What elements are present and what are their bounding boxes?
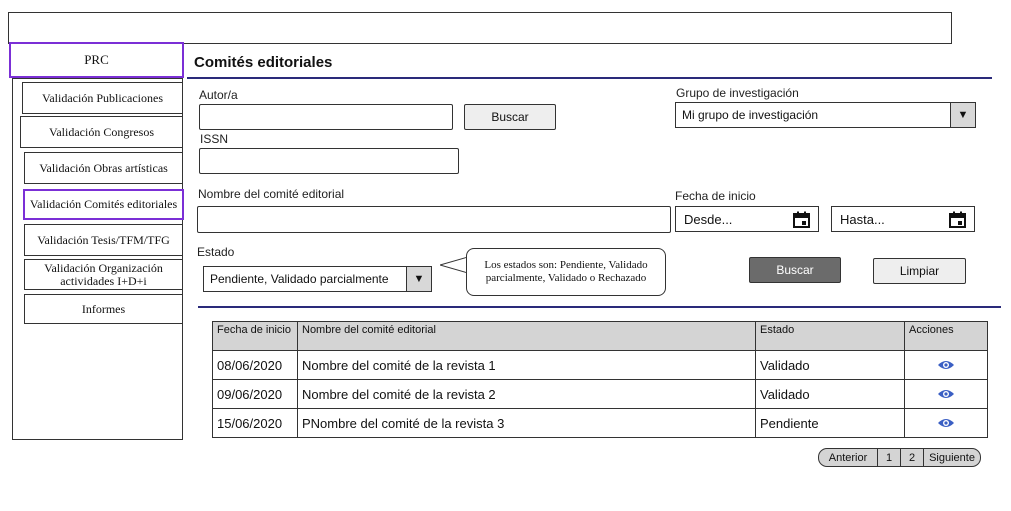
results-table: Fecha de inicio Nombre del comité editor… bbox=[212, 321, 988, 438]
sidebar-item-informes[interactable]: Informes bbox=[24, 294, 183, 324]
cell-estado: Validado bbox=[755, 379, 905, 409]
grupo-label: Grupo de investigación bbox=[676, 86, 799, 100]
sidebar-item-comites[interactable]: Validación Comités editoriales bbox=[23, 189, 184, 220]
pagination-next[interactable]: Siguiente bbox=[923, 448, 981, 467]
sidebar-item-publicaciones[interactable]: Validación Publicaciones bbox=[22, 82, 183, 114]
pagination-page-1[interactable]: 1 bbox=[877, 448, 901, 467]
header-acciones: Acciones bbox=[904, 321, 988, 351]
buscar-button[interactable]: Buscar bbox=[749, 257, 841, 283]
autor-label: Autor/a bbox=[199, 88, 238, 102]
calendar-icon[interactable] bbox=[949, 211, 966, 228]
title-divider bbox=[187, 77, 992, 79]
issn-label: ISSN bbox=[200, 132, 229, 146]
header-estado[interactable]: Estado bbox=[755, 321, 905, 351]
sidebar-item-organizacion[interactable]: Validación Organización actividades I+D+… bbox=[24, 259, 183, 290]
top-bar bbox=[8, 12, 952, 44]
table-row: 09/06/2020 Nombre del comité de la revis… bbox=[212, 379, 988, 409]
pagination-prev[interactable]: Anterior bbox=[818, 448, 878, 467]
view-eye-icon[interactable] bbox=[909, 417, 983, 429]
chevron-down-icon[interactable]: ▼ bbox=[406, 267, 431, 291]
nombre-comite-input[interactable] bbox=[197, 206, 671, 233]
sidebar-root-prc[interactable]: PRC bbox=[9, 42, 184, 78]
estado-tooltip: Los estados son: Pendiente, Validado par… bbox=[466, 248, 666, 296]
buscar-autor-button[interactable]: Buscar bbox=[464, 104, 556, 130]
header-nombre[interactable]: Nombre del comité editorial bbox=[297, 321, 756, 351]
form-divider bbox=[198, 306, 1001, 308]
sidebar-item-tesis[interactable]: Validación Tesis/TFM/TFG bbox=[24, 224, 183, 256]
table-row: 15/06/2020 PNombre del comité de la revi… bbox=[212, 408, 988, 438]
hasta-date-input[interactable]: Hasta... bbox=[831, 206, 975, 232]
cell-fecha: 09/06/2020 bbox=[212, 379, 298, 409]
calendar-icon[interactable] bbox=[793, 211, 810, 228]
header-fecha[interactable]: Fecha de inicio bbox=[212, 321, 298, 351]
view-eye-icon[interactable] bbox=[909, 359, 983, 371]
grupo-select[interactable]: Mi grupo de investigación ▼ bbox=[675, 102, 976, 128]
estado-select[interactable]: Pendiente, Validado parcialmente ▼ bbox=[203, 266, 432, 292]
cell-estado: Pendiente bbox=[755, 408, 905, 438]
table-row: 08/06/2020 Nombre del comité de la revis… bbox=[212, 350, 988, 380]
page-title: Comités editoriales bbox=[194, 54, 333, 71]
pagination-page-2[interactable]: 2 bbox=[900, 448, 924, 467]
hasta-placeholder: Hasta... bbox=[840, 211, 885, 227]
tooltip-pointer bbox=[440, 256, 468, 274]
nombre-label: Nombre del comité editorial bbox=[198, 187, 345, 201]
desde-placeholder: Desde... bbox=[684, 211, 733, 227]
fecha-label: Fecha de inicio bbox=[675, 189, 756, 203]
sidebar-item-congresos[interactable]: Validación Congresos bbox=[20, 116, 183, 148]
cell-nombre: Nombre del comité de la revista 2 bbox=[297, 379, 756, 409]
cell-fecha: 08/06/2020 bbox=[212, 350, 298, 380]
limpiar-button[interactable]: Limpiar bbox=[873, 258, 966, 284]
estado-selected-value: Pendiente, Validado parcialmente bbox=[210, 272, 389, 286]
cell-fecha: 15/06/2020 bbox=[212, 408, 298, 438]
cell-estado: Validado bbox=[755, 350, 905, 380]
table-header-row: Fecha de inicio Nombre del comité editor… bbox=[212, 321, 988, 351]
sidebar-item-obras[interactable]: Validación Obras artísticas bbox=[24, 152, 183, 184]
estado-label: Estado bbox=[197, 245, 235, 259]
autor-input[interactable] bbox=[199, 104, 453, 130]
view-eye-icon[interactable] bbox=[909, 388, 983, 400]
issn-input[interactable] bbox=[199, 148, 459, 174]
cell-nombre: PNombre del comité de la revista 3 bbox=[297, 408, 756, 438]
desde-date-input[interactable]: Desde... bbox=[675, 206, 819, 232]
chevron-down-icon[interactable]: ▼ bbox=[950, 103, 975, 127]
grupo-selected-value: Mi grupo de investigación bbox=[682, 108, 819, 122]
cell-nombre: Nombre del comité de la revista 1 bbox=[297, 350, 756, 380]
